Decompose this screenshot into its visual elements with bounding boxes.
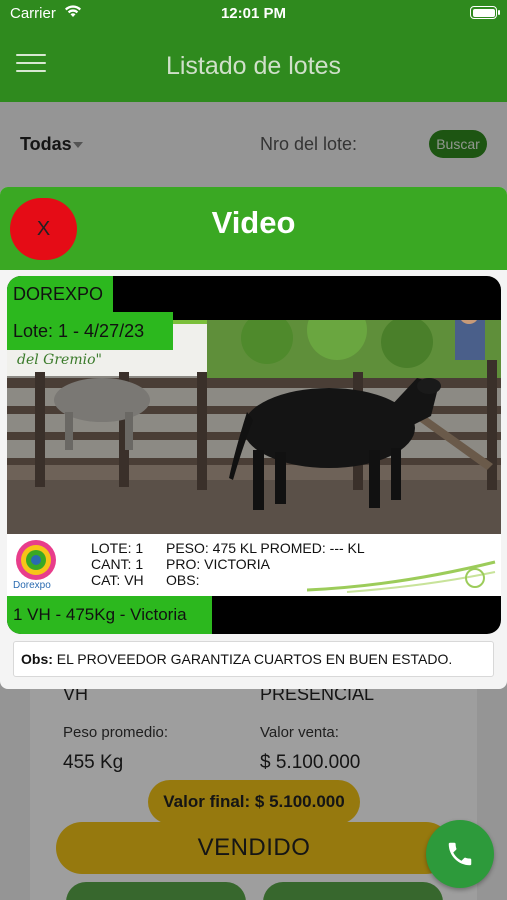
banner-text: del Gremio" — [17, 352, 102, 368]
video-player[interactable]: del Gremio" DOREXPO Lote: 1 - 4/27/23 Do… — [7, 276, 501, 634]
video-info-strip: Dorexpo LOTE: 1 CANT: 1 CAT: VH PESO: 47… — [7, 534, 501, 596]
modal-header: X Video — [0, 187, 507, 270]
info-cat: CAT: VH — [91, 572, 144, 588]
modal-title: Video — [211, 205, 296, 240]
obs-label: Obs: — [21, 651, 53, 667]
info-pro: PRO: VICTORIA — [166, 556, 270, 572]
clock: 12:01 PM — [220, 5, 287, 22]
info-obs: OBS: — [166, 572, 200, 588]
info-cant: CANT: 1 — [91, 556, 144, 572]
battery-icon — [470, 6, 500, 19]
video-frame: del Gremio" — [7, 320, 501, 535]
observations-box: Obs: EL PROVEEDOR GARANTIZA CUARTOS EN B… — [13, 641, 494, 677]
status-bar: Carrier 12:01 PM — [0, 0, 507, 28]
phone-icon — [448, 842, 472, 866]
info-lote: LOTE: 1 — [91, 540, 144, 556]
info-peso: PESO: 475 KL PROMED: --- KL — [166, 540, 365, 556]
call-button[interactable] — [426, 820, 494, 888]
summary-tag: 1 VH - 475Kg - Victoria — [7, 596, 212, 634]
nav-bar: Listado de lotes — [0, 28, 507, 102]
lote-date-tag: Lote: 1 - 4/27/23 — [7, 312, 173, 350]
company-tag: DOREXPO — [7, 276, 113, 312]
logo-text: Dorexpo — [13, 580, 51, 591]
video-modal: X Video del Gremio" DOREXPO Lote: 1 - 4/… — [0, 187, 507, 689]
swoosh-decoration — [307, 560, 496, 593]
page-title: Listado de lotes — [165, 52, 342, 80]
obs-text: EL PROVEEDOR GARANTIZA CUARTOS EN BUEN E… — [56, 651, 453, 667]
